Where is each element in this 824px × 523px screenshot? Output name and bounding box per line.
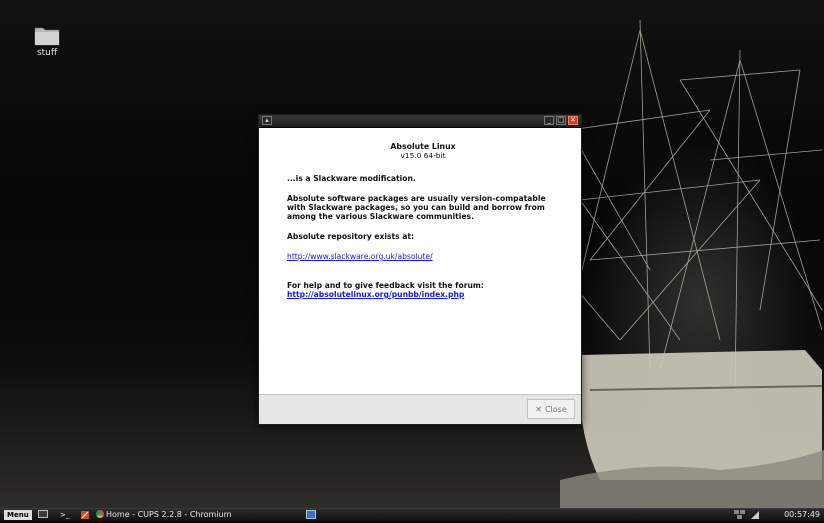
product-version: v15.0 64-bit	[400, 151, 446, 160]
app-launcher-icon[interactable]	[80, 510, 90, 520]
taskbar-item-chromium[interactable]: Home - CUPS 2.2.8 - Chromium	[96, 509, 231, 521]
dialog-task-icon[interactable]	[306, 510, 316, 520]
dialog-content: Absolute Linux v15.0 64-bit ...is a Slac…	[259, 128, 581, 299]
taskbar: Menu >_ Home - CUPS 2.2.8 - Chromium 00:…	[0, 508, 824, 521]
maximize-button[interactable]: □	[556, 116, 566, 125]
about-dialog: ▴ _ □ ✕ Absolute Linux v15.0 64-bit ...i…	[258, 114, 582, 425]
close-button[interactable]: ✕ Close	[527, 399, 575, 419]
close-button-label: Close	[544, 404, 567, 414]
tagline-text: ...is a Slackware modification.	[287, 174, 416, 183]
desktop-icon-stuff[interactable]: stuff	[30, 24, 64, 58]
desktop-icon-label: stuff	[36, 48, 58, 58]
description-text: Absolute software packages are usually v…	[287, 194, 546, 221]
network-icon[interactable]	[734, 510, 746, 520]
forum-link[interactable]: http://absolutelinux.org/punbb/index.php	[287, 290, 559, 299]
window-menu-button[interactable]: ▴	[262, 116, 272, 125]
volume-icon[interactable]	[750, 510, 760, 520]
chromium-icon	[96, 510, 104, 518]
close-window-button[interactable]: ✕	[568, 116, 578, 125]
repo-heading: Absolute repository exists at:	[287, 232, 415, 241]
repository-link[interactable]: http://www.slackware.org.uk/absolute/	[287, 252, 559, 261]
dialog-footer: ✕ Close	[259, 394, 581, 424]
terminal-icon[interactable]: >_	[60, 510, 69, 520]
clock[interactable]: 00:57:49	[784, 509, 820, 521]
product-name: Absolute Linux	[390, 142, 456, 151]
folder-icon	[34, 27, 60, 46]
show-desktop-icon[interactable]	[38, 510, 48, 520]
minimize-button[interactable]: _	[544, 116, 554, 125]
taskbar-item-label: Home - CUPS 2.2.8 - Chromium	[106, 510, 232, 519]
close-x-icon: ✕	[535, 404, 542, 414]
dialog-titlebar[interactable]: ▴ _ □ ✕	[259, 115, 581, 128]
ship-wallpaper	[560, 19, 824, 508]
start-menu-button[interactable]: Menu	[4, 510, 32, 520]
forum-text: For help and to give feedback visit the …	[287, 281, 484, 290]
